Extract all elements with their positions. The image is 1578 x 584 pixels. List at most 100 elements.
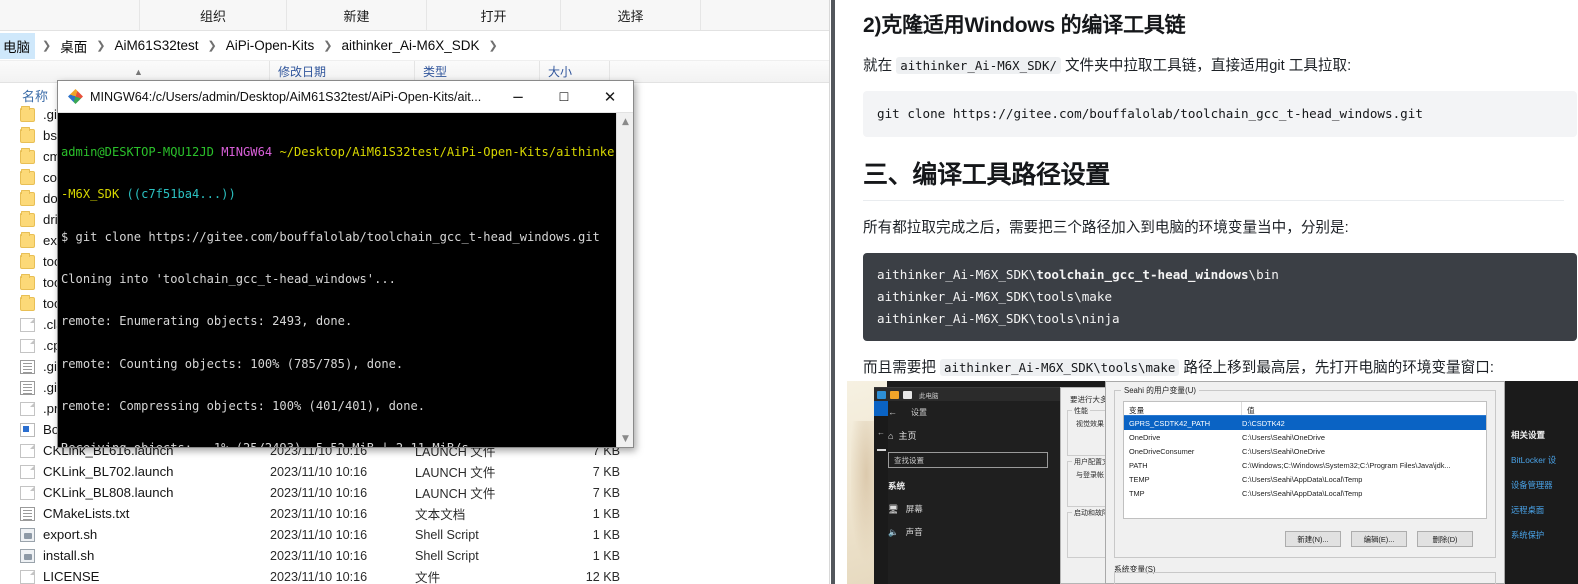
- explorer-ribbon: 组织 新建 打开 选择: [0, 0, 829, 31]
- user-variables-table[interactable]: 变量 值 GPRS_CSDTK42_PATH D:\CSDTK42 OneDrive…: [1123, 401, 1487, 519]
- file-size-cell: 12 KB: [585, 569, 620, 584]
- text-icon: [20, 506, 35, 521]
- edit-variable-button[interactable]: 编辑(E)...: [1351, 531, 1407, 547]
- chevron-right-icon: ❯: [96, 40, 106, 52]
- file-type-cell: Shell Script: [415, 527, 479, 542]
- env-var-row[interactable]: GPRS_CSDTK42_PATH D:\CSDTK42: [1124, 416, 1486, 430]
- env-var-row[interactable]: PATH C:\Windows;C:\Windows\System32;C:\Pr…: [1124, 458, 1486, 472]
- file-icon: [20, 464, 35, 479]
- table-row[interactable]: install.sh 2023/11/10 10:16 Shell Script 1 …: [0, 545, 829, 566]
- home-icon: ⌂: [888, 431, 894, 441]
- file-type-cell: Shell Script: [415, 548, 479, 563]
- table-row[interactable]: export.sh 2023/11/10 10:16 Shell Script 1 K…: [0, 524, 829, 545]
- folder-icon: [20, 252, 35, 269]
- text-icon: [20, 380, 35, 395]
- table-row[interactable]: CKLink_BL702.launch 2023/11/10 10:16 LAUNC…: [0, 461, 829, 482]
- chevron-right-icon: ❯: [42, 40, 52, 52]
- doc-paragraph-env-intro: 所有都拉取完成之后，需要把三个路径加入到电脑的环境变量当中，分别是:: [863, 220, 1349, 236]
- table-row[interactable]: CKLink_BL808.launch 2023/11/10 10:16 LAUNC…: [0, 482, 829, 503]
- table-row[interactable]: CMakeLists.txt 2023/11/10 10:16 文本文档 1 KB: [0, 503, 829, 524]
- code-block-git-clone[interactable]: git clone https://gitee.com/bouffalolab/…: [863, 91, 1577, 137]
- related-link-bitlocker[interactable]: BitLocker 设: [1505, 441, 1578, 466]
- breadcrumb-item-computer[interactable]: 电脑: [0, 32, 35, 59]
- column-header-variable[interactable]: 变量: [1124, 402, 1242, 415]
- related-link-system-protection[interactable]: 系统保护: [1505, 516, 1578, 541]
- file-icon: [20, 443, 35, 458]
- scroll-down-icon[interactable]: ▼: [617, 430, 634, 447]
- doc-paragraph-move-make: 而且需要把 aithinker_Ai-M6X_SDK\tools\make 路径…: [863, 357, 1564, 379]
- terminal-command-line: $ git clone https://gitee.com/bouffalola…: [61, 229, 600, 244]
- env-var-row[interactable]: TMP C:\Users\Seahi\AppData\Local\Temp: [1124, 486, 1486, 500]
- file-date-cell: 2023/11/10 10:16: [270, 506, 368, 521]
- scroll-up-icon[interactable]: ▲: [617, 113, 634, 130]
- file-icon: [20, 317, 35, 332]
- terminal-output[interactable]: admin@DESKTOP-MQU12JD MINGW64 ~/Desktop/…: [58, 113, 633, 447]
- doc-text-after: 路径上移到最高层，先打开电脑的环境变量窗口:: [1179, 360, 1494, 376]
- file-size-cell: 1 KB: [592, 527, 620, 542]
- breadcrumb[interactable]: 电脑 ❯ 桌面 ❯ AiM61S32test ❯ AiPi-Open-Kits …: [0, 31, 829, 61]
- ribbon-tail: [701, 0, 829, 30]
- file-name-cell: install.sh: [0, 548, 270, 563]
- ribbon-tab-open[interactable]: 打开: [427, 0, 561, 30]
- ribbon-tab-label: 打开: [480, 8, 507, 24]
- file-name-cell: CMakeLists.txt: [0, 506, 270, 521]
- mingw64-terminal-window[interactable]: MINGW64:/c/Users/admin/Desktop/AiM61S32t…: [57, 80, 634, 448]
- env-var-value: C:\Users\Seahi\OneDrive: [1242, 432, 1325, 442]
- code-line-toolchain: aithinker_Ai-M6X_SDK\toolchain_gcc_t-hea…: [877, 264, 1563, 286]
- ribbon-tab-select[interactable]: 选择: [561, 0, 701, 30]
- path-prefix: aithinker_Ai-M6X_SDK\: [877, 267, 1037, 282]
- shell-icon: [20, 548, 35, 563]
- doc-text-before: 就在: [863, 58, 897, 74]
- file-type-cell: 文本文档: [415, 508, 466, 522]
- table-body[interactable]: GPRS_CSDTK42_PATH D:\CSDTK42 OneDrive C:\Us…: [1124, 416, 1486, 500]
- path-suffix: \bin: [1248, 267, 1279, 282]
- env-var-row[interactable]: OneDrive C:\Users\Seahi\OneDrive: [1124, 430, 1486, 444]
- ribbon-tab-organize[interactable]: 组织: [140, 0, 287, 30]
- delete-variable-button[interactable]: 删除(D): [1417, 531, 1473, 547]
- prompt-path: ~/Desktop/AiM61S32test/AiPi-Open-Kits/ai…: [279, 145, 633, 160]
- file-size-cell: 7 KB: [592, 485, 620, 500]
- breadcrumb-item-aipi-open-kits[interactable]: AiPi-Open-Kits: [224, 36, 317, 55]
- maximize-button[interactable]: ☐: [541, 81, 587, 113]
- related-link-remote-desktop[interactable]: 远程桌面: [1505, 491, 1578, 516]
- file-name-label: LICENSE: [43, 569, 100, 584]
- env-var-row[interactable]: OneDriveConsumer C:\Users\Seahi\OneDrive: [1124, 444, 1486, 458]
- breadcrumb-item-aim61s32test[interactable]: AiM61S32test: [112, 36, 200, 55]
- env-var-value: C:\Windows;C:\Windows\System32;C:\Progra…: [1242, 460, 1451, 470]
- file-name-label: install.sh: [43, 548, 95, 563]
- env-var-value: C:\Users\Seahi\AppData\Local\Temp: [1242, 488, 1363, 498]
- ribbon-tab-new[interactable]: 新建: [287, 0, 427, 30]
- back-arrow-icon[interactable]: ←: [874, 428, 888, 437]
- doc-text-after: 文件夹中拉取工具链，直接适用git 工具拉取:: [1060, 58, 1352, 74]
- terminal-output-line: remote: Enumerating objects: 2493, done.: [61, 314, 353, 329]
- settings-search-input[interactable]: 查找设置: [888, 452, 1048, 468]
- inline-code-sdk-path: aithinker_Ai-M6X_SDK/: [896, 57, 1061, 74]
- settings-home-label: 主页: [898, 431, 917, 441]
- folder-icon: [20, 168, 35, 185]
- env-var-name: PATH: [1129, 460, 1148, 470]
- table-row[interactable]: LICENSE 2023/11/10 10:16 文件 12 KB: [0, 566, 829, 584]
- file-name-label: CKLink_BL808.launch: [43, 485, 174, 500]
- terminal-scrollbar[interactable]: ▲ ▼: [616, 113, 633, 447]
- close-button[interactable]: ✕: [587, 81, 633, 113]
- checkbox-icon: [890, 390, 899, 399]
- terminal-title-bar[interactable]: MINGW64:/c/Users/admin/Desktop/AiM61S32t…: [58, 81, 633, 113]
- breadcrumb-item-sdk[interactable]: aithinker_Ai-M6X_SDK: [339, 36, 481, 55]
- chevron-right-icon: ❯: [323, 40, 333, 52]
- folder-icon: [20, 273, 35, 290]
- env-var-name: OneDrive: [1129, 432, 1161, 442]
- file-date-cell: 2023/11/10 10:16: [270, 548, 368, 563]
- minimize-button[interactable]: −: [495, 81, 541, 113]
- related-link-device-manager[interactable]: 设备管理器: [1505, 466, 1578, 491]
- column-header-value[interactable]: 值: [1242, 402, 1486, 415]
- file-name-label: CMakeLists.txt: [43, 506, 130, 521]
- code-block-paths[interactable]: aithinker_Ai-M6X_SDK\toolchain_gcc_t-hea…: [863, 253, 1577, 341]
- breadcrumb-item-desktop[interactable]: 桌面: [58, 34, 89, 58]
- new-variable-button[interactable]: 新建(N)...: [1285, 531, 1341, 547]
- environment-variables-dialog: Seahi 的用户变量(U) 变量 值 GPRS_CSDTK42_PATH D:\…: [1105, 381, 1505, 584]
- settings-item-label: 屏幕: [905, 504, 923, 514]
- env-var-row[interactable]: TEMP C:\Users\Seahi\AppData\Local\Temp: [1124, 472, 1486, 486]
- doc-text-before: 而且需要把: [863, 360, 941, 376]
- back-arrow-icon[interactable]: ←: [888, 407, 897, 417]
- terminal-prompt-line2: -M6X_SDK ((c7f51ba4...)): [61, 187, 633, 201]
